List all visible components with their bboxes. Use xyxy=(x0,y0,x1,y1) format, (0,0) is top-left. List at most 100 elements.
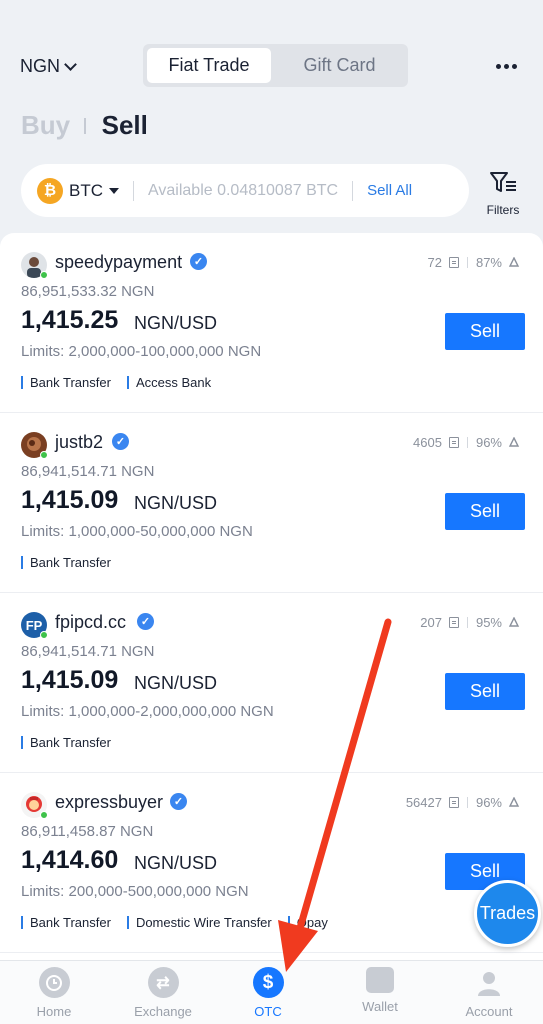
completion-rate: 96% xyxy=(475,435,502,450)
available-amount: 86,941,514.71 NGN xyxy=(21,643,155,660)
payment-method-tag: Access Bank xyxy=(126,376,211,389)
sell-button[interactable]: Sell xyxy=(445,673,525,710)
trades-floating-button[interactable]: Trades xyxy=(474,880,541,947)
price-unit: NGN/USD xyxy=(134,853,218,873)
merchant-stats: 4605 96% xyxy=(413,435,520,450)
offer-row: speedypayment ✓ 72 87% 86,951,533.32 NGN… xyxy=(0,233,543,413)
payment-methods: Bank Transfer xyxy=(21,556,111,569)
merchant-name[interactable]: fpipcd.cc xyxy=(55,612,126,633)
online-status-dot xyxy=(40,451,48,459)
account-icon xyxy=(474,967,505,998)
divider xyxy=(84,117,86,134)
divider xyxy=(352,180,354,201)
sell-tab[interactable]: Sell xyxy=(102,110,148,141)
orders-icon xyxy=(448,617,459,628)
price: 1,415.25 xyxy=(21,306,119,334)
currency-label: NGN xyxy=(20,56,60,76)
merchant-name[interactable]: speedypayment xyxy=(55,252,182,273)
filters-button[interactable]: Filters xyxy=(478,170,528,217)
price-unit: NGN/USD xyxy=(134,673,218,693)
price: 1,415.09 xyxy=(21,666,119,694)
merchant-stats: 207 95% xyxy=(420,615,520,630)
payment-method-tag: Opay xyxy=(287,916,328,929)
verified-badge-icon: ✓ xyxy=(170,793,187,810)
online-status-dot xyxy=(40,271,48,279)
completion-rate: 95% xyxy=(475,615,502,630)
verified-badge-icon: ✓ xyxy=(137,613,154,630)
online-status-dot xyxy=(40,631,48,639)
orders-icon xyxy=(448,437,459,448)
offer-row: justb2 ✓ 4605 96% 86,941,514.71 NGN 1,41… xyxy=(0,413,543,593)
currency-selector[interactable]: NGN xyxy=(20,56,77,77)
offer-row: expressbuyer ✓ 56427 96% 86,911,458.87 N… xyxy=(0,773,543,953)
nav-label: Account xyxy=(465,1004,513,1019)
payment-methods: Bank Transfer xyxy=(21,736,111,749)
order-count: 56427 xyxy=(405,795,442,810)
coin-selector[interactable]: BTC xyxy=(69,181,103,201)
order-count: 4605 xyxy=(413,435,442,450)
nav-label: OTC xyxy=(254,1004,282,1019)
filter-icon xyxy=(490,172,516,192)
available-amount: 86,911,458.87 NGN xyxy=(21,823,154,840)
limits: Limits: 1,000,000-2,000,000,000 NGN xyxy=(21,703,274,720)
completion-rate: 87% xyxy=(475,255,502,270)
price-unit: NGN/USD xyxy=(134,493,218,513)
divider xyxy=(133,180,134,201)
available-balance: Available 0.04810087 BTC xyxy=(148,181,339,199)
verified-badge-icon: ✓ xyxy=(190,253,207,270)
available-amount: 86,941,514.71 NGN xyxy=(21,463,155,480)
order-count: 207 xyxy=(420,615,442,630)
nav-item-exchange[interactable]: ⇄ Exchange xyxy=(123,967,203,1019)
order-count: 72 xyxy=(427,255,442,270)
merchant-name[interactable]: expressbuyer xyxy=(55,792,163,813)
payment-methods: Bank Transfer Domestic Wire Transfer Opa… xyxy=(21,916,328,929)
online-status-dot xyxy=(40,811,48,819)
nav-label: Wallet xyxy=(362,999,398,1014)
completion-icon xyxy=(508,436,520,447)
completion-icon xyxy=(508,256,520,267)
payment-method-tag: Bank Transfer xyxy=(21,376,111,389)
limits: Limits: 2,000,000-100,000,000 NGN xyxy=(21,343,262,360)
nav-item-otc[interactable]: $ OTC xyxy=(228,967,308,1019)
merchant-name[interactable]: justb2 xyxy=(55,432,103,453)
caret-down-icon[interactable] xyxy=(109,187,119,194)
buy-tab[interactable]: Buy xyxy=(21,110,70,141)
merchant-stats: 72 87% xyxy=(428,255,521,270)
dollar-icon: $ xyxy=(252,967,284,998)
wallet-icon xyxy=(366,967,394,993)
completion-rate: 96% xyxy=(475,795,502,810)
exchange-icon: ⇄ xyxy=(147,967,179,998)
offer-list: speedypayment ✓ 72 87% 86,951,533.32 NGN… xyxy=(0,233,543,960)
tab-gift-card[interactable]: Gift Card xyxy=(275,48,404,83)
payment-methods: Bank Transfer Access Bank xyxy=(21,376,211,389)
payment-method-tag: Domestic Wire Transfer xyxy=(126,916,272,929)
coin-filter-bar: ₿ BTC Available 0.04810087 BTC Sell All xyxy=(21,164,469,217)
completion-icon xyxy=(508,616,520,627)
home-icon xyxy=(38,967,70,998)
sell-all-button[interactable]: Sell All xyxy=(367,182,412,199)
sell-button[interactable]: Sell xyxy=(445,493,525,530)
buy-sell-switch: Buy Sell xyxy=(21,110,148,141)
trade-type-toggle: Fiat Trade Gift Card xyxy=(143,44,408,87)
payment-method-tag: Bank Transfer xyxy=(21,556,111,569)
chevron-down-icon xyxy=(64,57,77,71)
tab-fiat-trade[interactable]: Fiat Trade xyxy=(147,48,271,83)
btc-coin-icon: ₿ xyxy=(37,177,63,204)
completion-icon xyxy=(508,796,520,807)
nav-item-account[interactable]: Account xyxy=(449,967,529,1019)
available-amount: 86,951,533.32 NGN xyxy=(21,283,155,300)
orders-icon xyxy=(448,797,459,808)
nav-label: Exchange xyxy=(134,1004,192,1019)
more-options-icon[interactable] xyxy=(496,64,517,69)
nav-label: Home xyxy=(36,1004,72,1019)
top-bar: NGN Fiat Trade Gift Card xyxy=(0,44,543,88)
price: 1,414.60 xyxy=(21,846,119,874)
nav-item-wallet[interactable]: Wallet xyxy=(340,967,420,1014)
filters-label: Filters xyxy=(486,203,520,217)
price: 1,415.09 xyxy=(21,486,119,514)
limits: Limits: 200,000-500,000,000 NGN xyxy=(21,883,249,900)
sell-button[interactable]: Sell xyxy=(445,313,525,350)
bottom-nav: Home ⇄ Exchange $ OTC Wallet Account xyxy=(0,960,543,1024)
nav-item-home[interactable]: Home xyxy=(14,967,94,1019)
price-unit: NGN/USD xyxy=(134,313,218,333)
